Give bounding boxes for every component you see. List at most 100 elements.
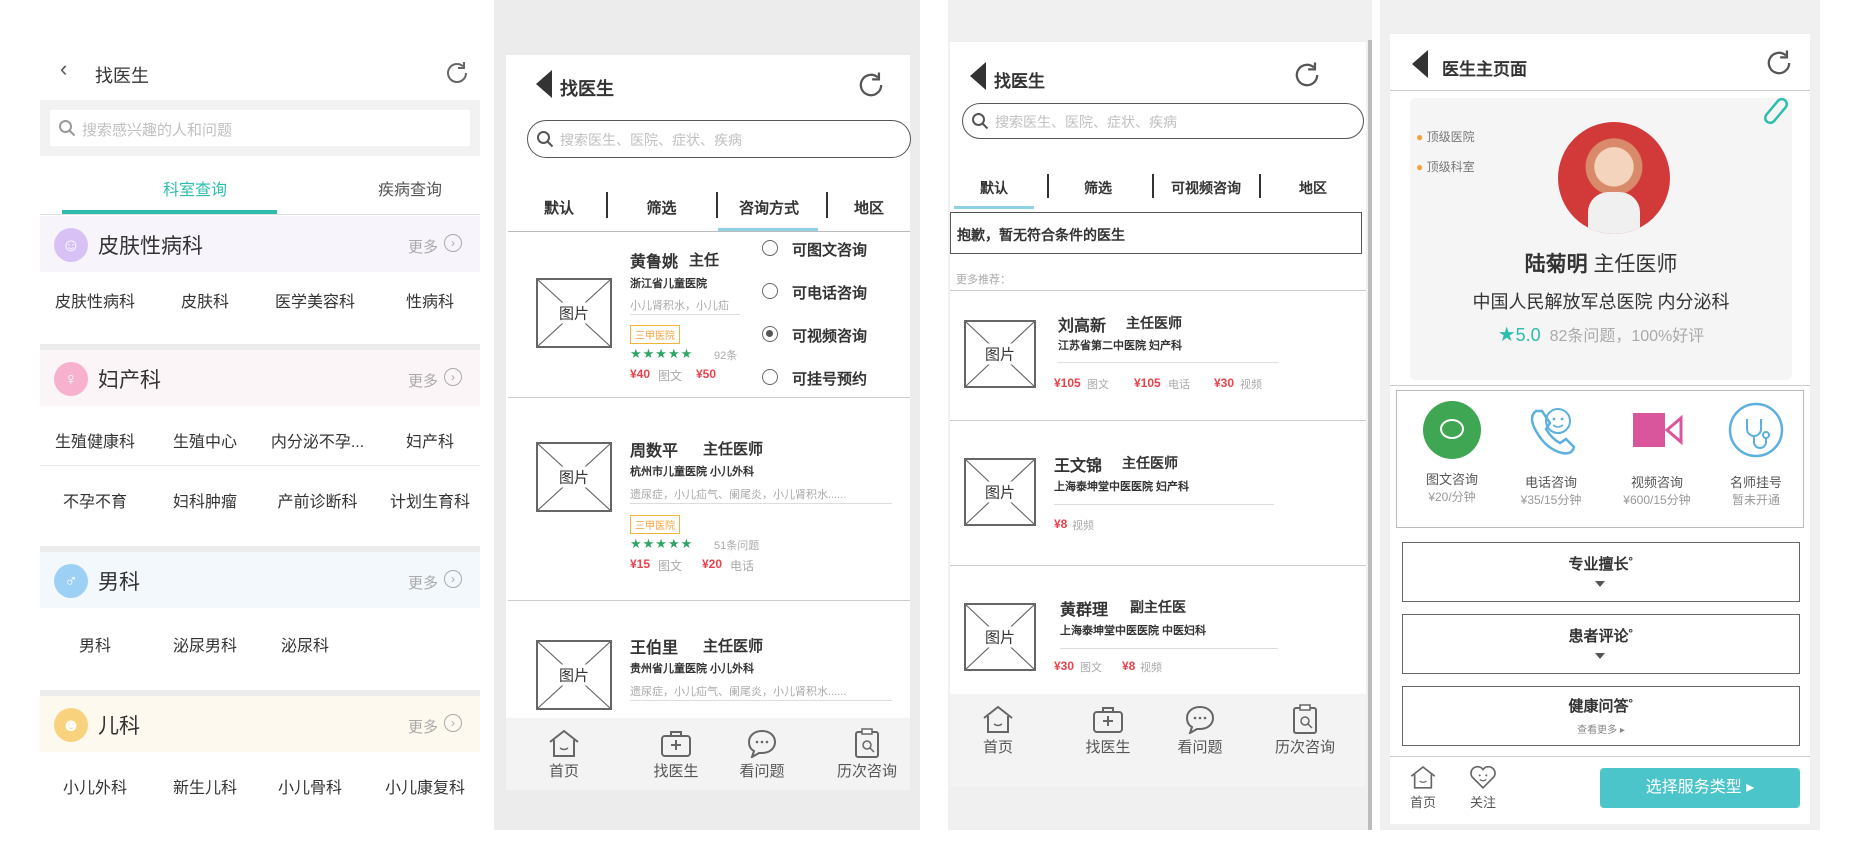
home-icon <box>983 705 1013 733</box>
question-count: 51条问题 <box>714 540 760 552</box>
section-health-qa[interactable]: 健康问答˚ 查看更多 ▸ <box>1402 686 1800 746</box>
tab-disease[interactable]: 疾病查询 <box>330 176 480 200</box>
panel-doctor-homepage: 医生主页面 ● 顶级医院 ● 顶级科室 陆菊明 主任医师 中国人民解放军总医院 … <box>1380 0 1820 830</box>
dept-item[interactable]: 小儿外科 <box>45 774 145 798</box>
nav-questions[interactable]: 看问题 <box>722 728 802 781</box>
filter-default[interactable]: 默认 <box>519 197 599 218</box>
doctor-name[interactable]: 王文锦 <box>1054 452 1102 476</box>
doctor-name[interactable]: 刘高新 <box>1058 312 1106 336</box>
nav-home[interactable]: 首页 <box>524 728 604 781</box>
radio-image-consult[interactable] <box>762 240 778 256</box>
dept-item[interactable]: 不孕不育 <box>45 488 145 512</box>
nav-home[interactable]: 首页 <box>958 704 1038 757</box>
hospital-level-badge: 三甲医院 <box>630 515 680 534</box>
nav-history[interactable]: 历次咨询 <box>1260 704 1350 757</box>
option-label[interactable]: 可挂号预约 <box>792 368 867 389</box>
back-icon[interactable]: ‹ <box>60 56 67 82</box>
refresh-icon[interactable] <box>1762 46 1796 80</box>
chevron-right-icon[interactable]: › <box>444 570 462 588</box>
option-label[interactable]: 可图文咨询 <box>792 239 867 260</box>
more-link[interactable]: 更多 <box>408 236 438 257</box>
link-icon[interactable] <box>1756 92 1796 132</box>
filter-video-consult[interactable]: 可视频咨询 <box>1156 178 1256 198</box>
doctor-photo-placeholder: 图片 <box>964 458 1036 526</box>
back-triangle-icon[interactable] <box>970 62 986 90</box>
dept-item[interactable]: 产前诊断科 <box>260 488 375 512</box>
service-registration[interactable]: 名师挂号 暂未开通 <box>1711 401 1801 508</box>
search-bar[interactable]: 搜索医生、医院、症状、疾病 <box>962 103 1364 139</box>
doctor-name[interactable]: 周数平 <box>630 437 678 461</box>
dept-item[interactable]: 生殖健康科 <box>45 428 145 452</box>
more-link[interactable]: 更多 <box>408 572 438 593</box>
filter-consult-method[interactable]: 咨询方式 <box>719 197 819 218</box>
search-bar[interactable]: 搜索感兴趣的人和问题 <box>40 100 480 156</box>
dept-item[interactable]: 泌尿科 <box>260 632 350 656</box>
filter-screen[interactable]: 筛选 <box>1053 178 1143 198</box>
select-service-type-button[interactable]: 选择服务类型 ▸ <box>1600 768 1800 808</box>
tag-top-hospital: ● 顶级医院 <box>1416 130 1475 144</box>
home-icon <box>549 729 579 757</box>
option-label[interactable]: 可视频咨询 <box>792 325 867 346</box>
filter-default[interactable]: 默认 <box>954 178 1034 198</box>
doctor-name[interactable]: 黄群理 <box>1060 596 1108 620</box>
nav-follow[interactable]: 关注 <box>1458 764 1508 811</box>
chevron-right-icon[interactable]: › <box>444 368 462 386</box>
service-phone-consult[interactable]: 电话咨询 ¥35/15分钟 <box>1501 401 1601 508</box>
medical-kit-icon <box>661 731 691 757</box>
doctor-hospital: 浙江省儿童医院 <box>630 278 707 290</box>
dept-item[interactable]: 皮肤科 <box>155 288 255 312</box>
chevron-right-icon[interactable]: › <box>444 714 462 732</box>
search-input[interactable]: 搜索医生、医院、症状、疾病 <box>995 112 1177 132</box>
service-image-consult[interactable]: 图文咨询 ¥20/分钟 <box>1407 401 1497 505</box>
tab-department[interactable]: 科室查询 <box>115 176 275 200</box>
doctor-name[interactable]: 王伯里 <box>630 634 678 658</box>
dept-item[interactable]: 妇产科 <box>380 428 480 452</box>
filter-region[interactable]: 地区 <box>829 197 909 218</box>
nav-questions[interactable]: 看问题 <box>1160 704 1240 757</box>
dept-item[interactable]: 皮肤性病科 <box>45 288 145 312</box>
section-reviews[interactable]: 患者评论˚ <box>1402 614 1800 674</box>
nav-find-doctor[interactable]: 找医生 <box>1068 704 1148 757</box>
doctor-name[interactable]: 黄鲁姚 <box>630 248 678 272</box>
dept-item[interactable]: 泌尿男科 <box>155 632 255 656</box>
filter-screen[interactable]: 筛选 <box>614 197 709 218</box>
section-title: 男科 <box>98 571 140 594</box>
nav-home[interactable]: 首页 <box>1398 764 1448 811</box>
search-bar[interactable]: 搜索医生、医院、症状、疾病 <box>527 120 911 158</box>
more-link[interactable]: 更多 <box>408 716 438 737</box>
section-expertise[interactable]: 专业擅长˚ <box>1402 542 1800 602</box>
radio-phone-consult[interactable] <box>762 283 778 299</box>
search-input[interactable]: 搜索感兴趣的人和问题 <box>82 119 232 140</box>
dept-item[interactable]: 新生儿科 <box>155 774 255 798</box>
dept-item[interactable]: 小儿骨科 <box>260 774 360 798</box>
nav-find-doctor[interactable]: 找医生 <box>636 728 716 781</box>
chevron-right-icon[interactable]: › <box>444 234 462 252</box>
dept-item[interactable]: 妇科肿瘤 <box>155 488 255 512</box>
star-icon: ★ <box>1497 324 1516 346</box>
service-video-consult[interactable]: 视频咨询 ¥600/15分钟 <box>1603 401 1711 508</box>
see-more-link[interactable]: 查看更多 ▸ <box>1403 721 1799 736</box>
filter-region[interactable]: 地区 <box>1263 178 1363 198</box>
refresh-icon[interactable] <box>1290 58 1324 92</box>
back-triangle-icon[interactable] <box>536 70 552 98</box>
radio-video-consult-selected[interactable] <box>762 326 778 342</box>
nav-history[interactable]: 历次咨询 <box>822 728 912 781</box>
dept-item[interactable]: 男科 <box>45 632 145 656</box>
refresh-icon[interactable] <box>854 68 888 102</box>
dept-item[interactable]: 生殖中心 <box>155 428 255 452</box>
option-label[interactable]: 可电话咨询 <box>792 282 867 303</box>
radio-registration[interactable] <box>762 369 778 385</box>
dept-item[interactable]: 小儿康复科 <box>370 774 480 798</box>
doctor-hospital: 上海泰坤堂中医医院 中医妇科 <box>1060 625 1207 637</box>
back-triangle-icon[interactable] <box>1412 50 1428 78</box>
dept-item[interactable]: 医学美容科 <box>260 288 370 312</box>
rating-row: ★5.0 82条问题，100%好评 <box>1497 324 1705 346</box>
dept-item[interactable]: 性病科 <box>380 288 480 312</box>
search-input[interactable]: 搜索医生、医院、症状、疾病 <box>560 130 742 150</box>
more-link[interactable]: 更多 <box>408 370 438 391</box>
price-type: 图文 <box>1080 662 1102 674</box>
dept-item[interactable]: 内分泌不孕... <box>260 428 375 452</box>
refresh-icon[interactable] <box>442 58 472 88</box>
dept-item[interactable]: 计划生育科 <box>380 488 480 512</box>
doctor-profile-card: ● 顶级医院 ● 顶级科室 陆菊明 主任医师 中国人民解放军总医院 内分泌科 ★… <box>1410 97 1792 380</box>
